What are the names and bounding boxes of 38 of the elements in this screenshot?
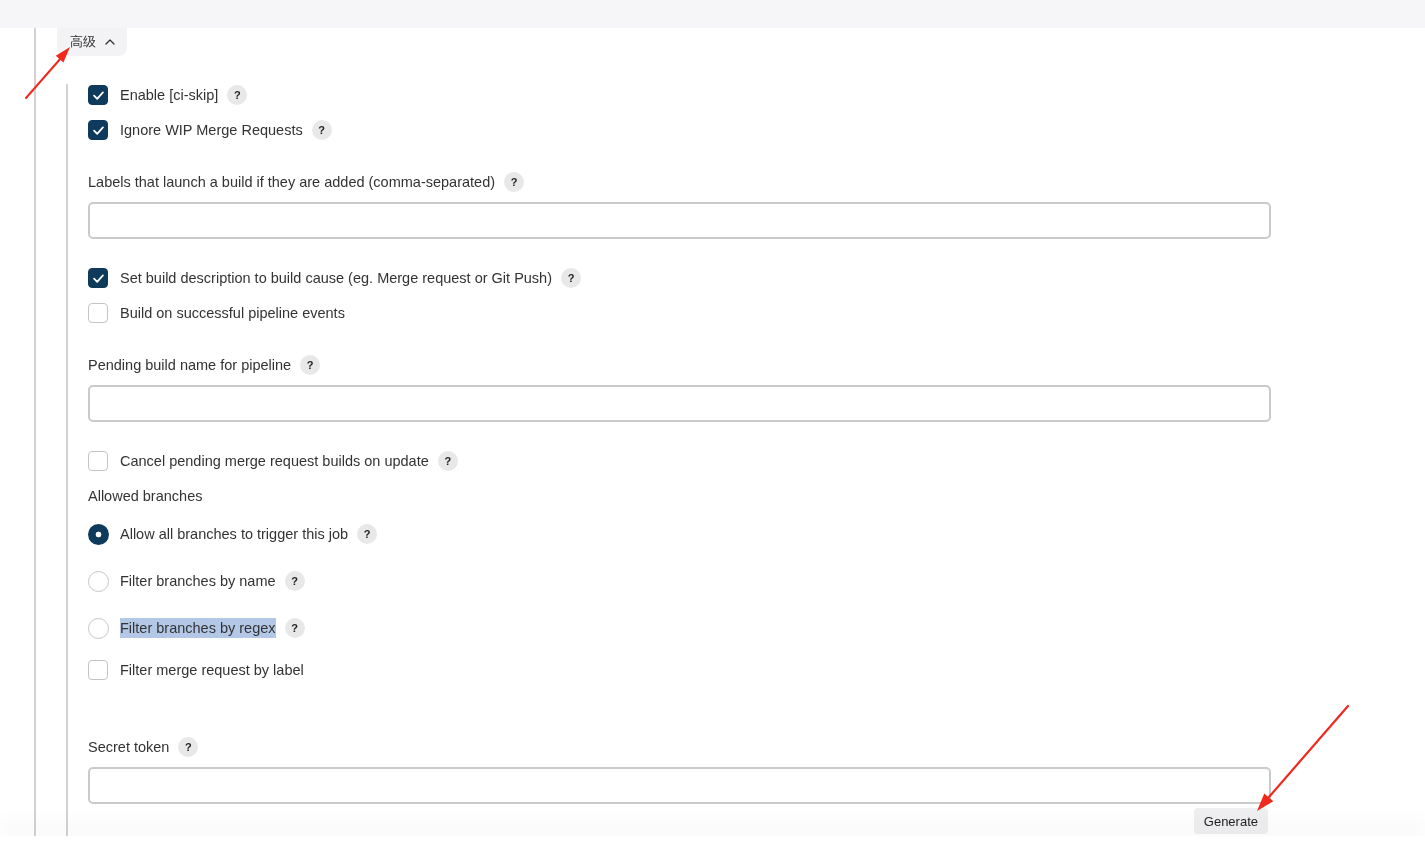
help-button[interactable]: ? — [561, 268, 581, 288]
field-label: Pending build name for pipeline — [88, 356, 292, 375]
help-button[interactable]: ? — [300, 355, 321, 375]
input-field[interactable] — [88, 385, 1271, 422]
radio-button[interactable] — [88, 617, 109, 639]
checkbox-label: Cancel pending merge request builds on update — [120, 452, 429, 471]
radio-label: Filter branches by regex — [120, 618, 276, 638]
radio-label: Allow all branches to trigger this job — [120, 525, 349, 544]
radio-button[interactable] — [88, 523, 109, 545]
checkbox[interactable] — [88, 85, 108, 105]
checkbox[interactable] — [88, 268, 108, 288]
field-label: Labels that launch a build if they are added (comma-separated) — [88, 173, 496, 192]
help-button[interactable]: ? — [227, 85, 248, 105]
input-field[interactable] — [88, 767, 1271, 804]
checkbox-label: Build on successful pipeline events — [120, 304, 345, 323]
help-button[interactable]: ? — [357, 524, 378, 544]
checkbox-label: Filter merge request by label — [120, 661, 304, 680]
checkbox-label: Enable [ci-skip] — [120, 86, 219, 105]
checkmark-icon — [92, 125, 104, 135]
advanced-toggle[interactable]: 高级 — [57, 28, 127, 56]
checkbox-label: Ignore WIP Merge Requests — [120, 121, 303, 140]
help-button[interactable]: ? — [504, 172, 525, 192]
help-button[interactable]: ? — [284, 571, 305, 591]
field-label: Secret token — [88, 738, 170, 757]
radio-label: Filter branches by name — [120, 572, 276, 591]
radio-button[interactable] — [88, 570, 109, 592]
checkbox-label: Set build description to build cause (eg. Merge request or Git Push) — [120, 269, 552, 288]
group-label: Allowed branches — [88, 487, 203, 506]
chevron-up-icon — [105, 39, 115, 45]
help-button[interactable]: ? — [284, 618, 305, 638]
checkmark-icon — [92, 90, 104, 100]
help-button[interactable]: ? — [178, 737, 199, 757]
input-field[interactable] — [88, 202, 1271, 239]
checkmark-icon — [92, 273, 104, 283]
help-button[interactable]: ? — [311, 120, 332, 140]
checkbox[interactable] — [88, 120, 108, 140]
generate-button[interactable]: Generate — [1193, 808, 1268, 834]
help-button[interactable]: ? — [437, 451, 458, 471]
